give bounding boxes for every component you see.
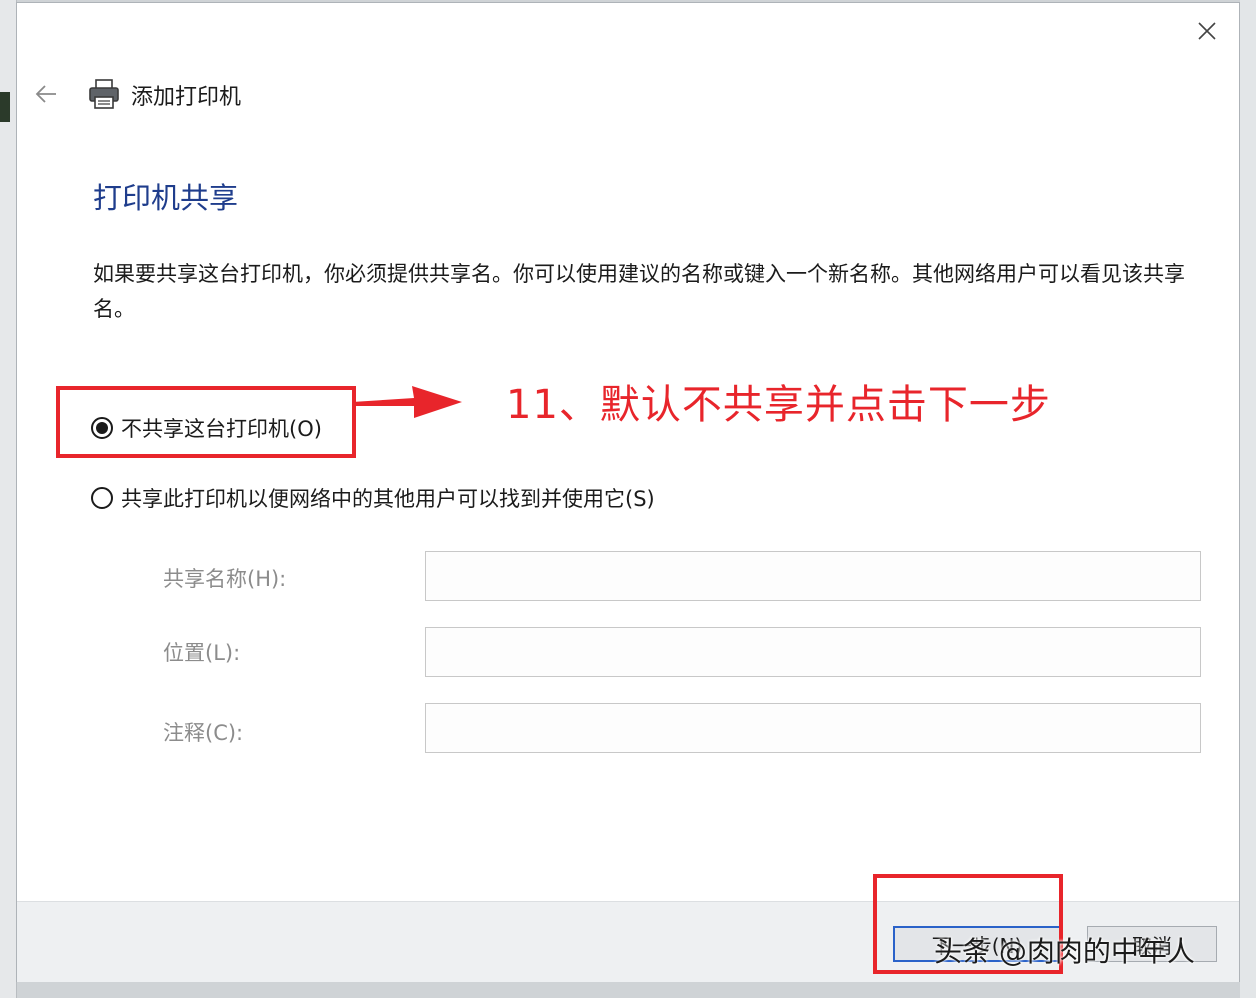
comment-label: 注释(C): [163, 721, 244, 745]
background-window-edge-right [1240, 0, 1256, 998]
radio-share-label: 共享此打印机以便网络中的其他用户可以找到并使用它(S) [121, 487, 655, 511]
location-input[interactable] [425, 627, 1201, 677]
background-window-edge [0, 0, 17, 998]
annotation-text: 11、默认不共享并点击下一步 [506, 382, 1051, 428]
close-icon [1198, 22, 1216, 40]
page-title: 打印机共享 [93, 181, 239, 215]
radio-button-unselected[interactable] [91, 487, 113, 509]
annotation-arrow-icon [352, 386, 462, 418]
comment-input[interactable] [425, 703, 1201, 753]
window-title: 添加打印机 [131, 85, 242, 110]
arrow-left-icon [35, 85, 56, 103]
annotation-highlight-no-share [56, 386, 356, 458]
radio-share[interactable]: 共享此打印机以便网络中的其他用户可以找到并使用它(S) [91, 483, 655, 513]
back-button[interactable] [29, 77, 63, 111]
background-window-icon [0, 92, 10, 122]
watermark: 头条 @肉肉的中年人 [934, 935, 1195, 968]
printer-icon [89, 79, 119, 109]
share-name-input[interactable] [425, 551, 1201, 601]
description-text: 如果要共享这台打印机，你必须提供共享名。你可以使用建议的名称或键入一个新名称。其… [93, 262, 1185, 321]
close-button[interactable] [1189, 15, 1225, 47]
share-name-label: 共享名称(H): [163, 567, 287, 591]
add-printer-dialog: 添加打印机 打印机共享 如果要共享这台打印机，你必须提供共享名。你可以使用建议的… [16, 2, 1240, 982]
location-label: 位置(L): [163, 641, 241, 665]
